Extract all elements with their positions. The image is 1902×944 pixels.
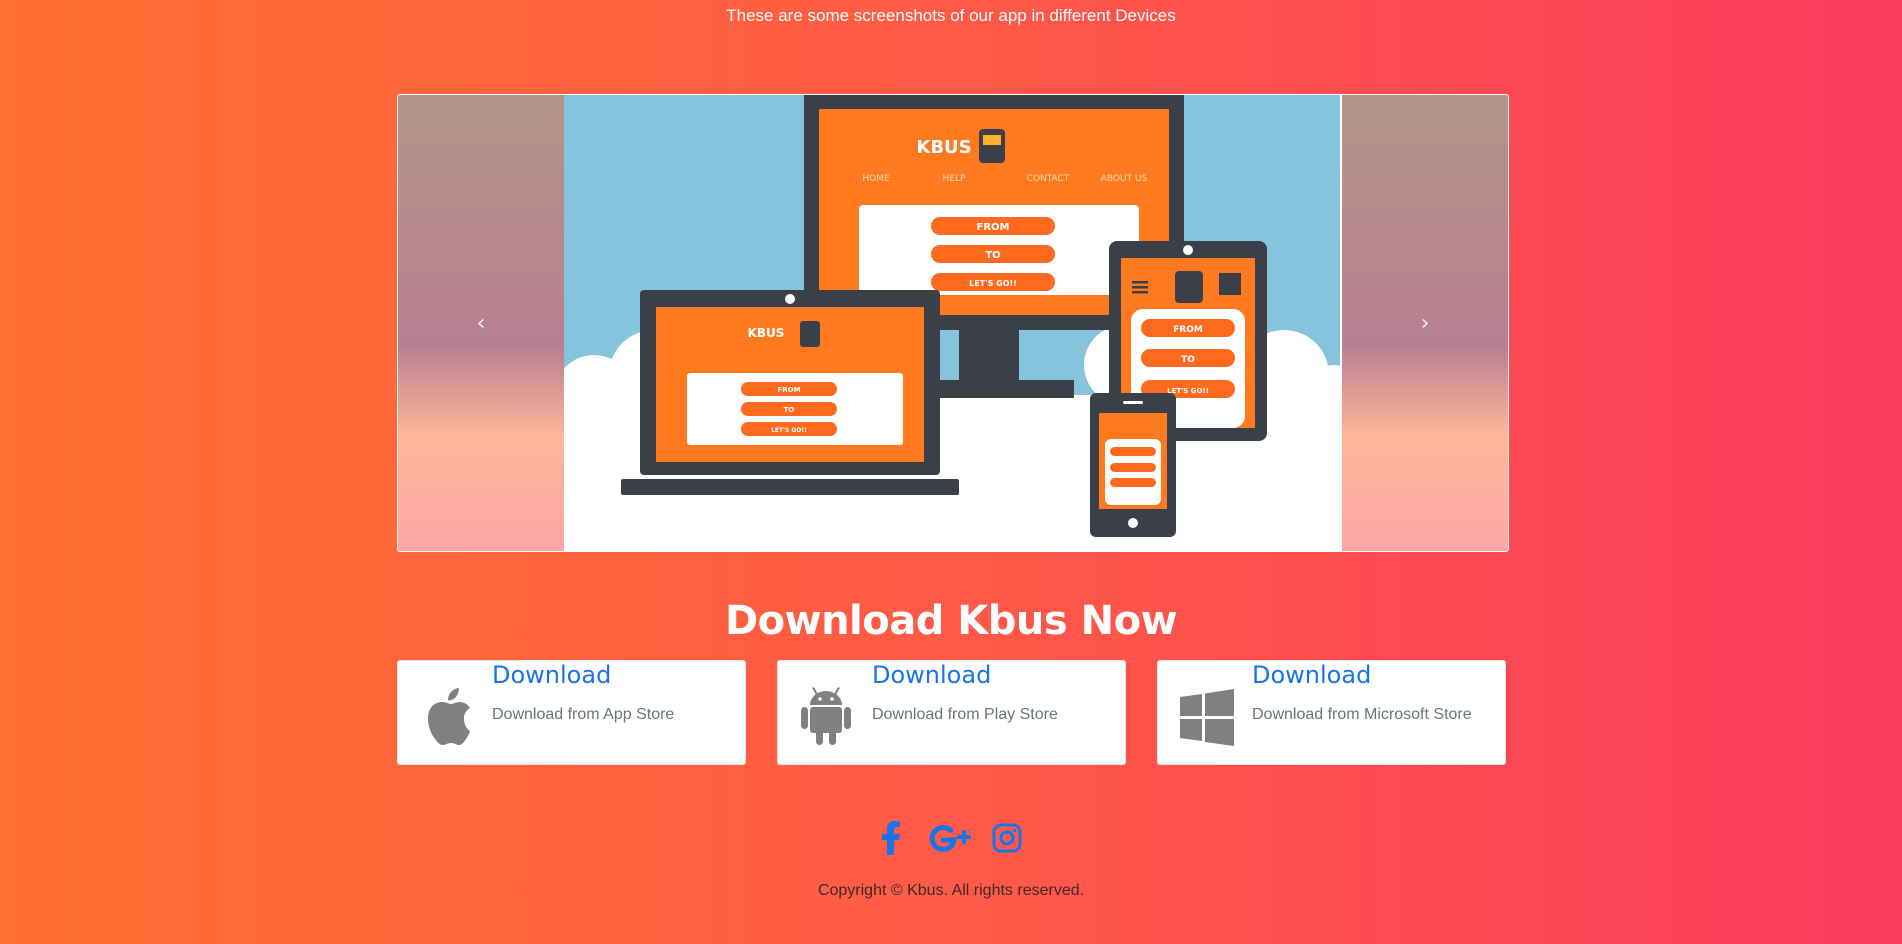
svg-text:LET'S GO!!: LET'S GO!! (1167, 387, 1209, 395)
carousel-prev-button[interactable]: ‹ (398, 95, 564, 551)
screenshot-carousel: KBUS HOME HELP CONTACT ABOUT US FROM TO … (397, 94, 1509, 552)
download-heading: Download Kbus Now (724, 598, 1178, 644)
mockup-brand: KBUS (916, 137, 971, 158)
copyright-text: Copyright © Kbus. All rights reserved. (817, 882, 1085, 899)
store-description: Download from App Store (492, 706, 675, 723)
microsoft-store-download-card[interactable]: Download Download from Microsoft Store (1157, 660, 1506, 765)
svg-text:FROM: FROM (777, 386, 800, 394)
instagram-icon (992, 823, 1022, 853)
download-link[interactable]: Download (872, 661, 991, 689)
svg-text:HELP: HELP (943, 174, 966, 184)
device-mockup-image: KBUS HOME HELP CONTACT ABOUT US FROM TO … (564, 95, 1340, 551)
svg-text:TO: TO (1181, 355, 1195, 365)
download-link[interactable]: Download (492, 661, 611, 689)
android-icon (801, 687, 851, 745)
google-plus-icon (929, 824, 971, 852)
svg-text:LET'S GO!!: LET'S GO!! (969, 279, 1017, 288)
windows-icon (1180, 689, 1234, 746)
app-store-download-card[interactable]: Download Download from App Store (397, 660, 746, 765)
chevron-right-icon: › (1420, 310, 1430, 336)
store-description: Download from Play Store (872, 706, 1058, 723)
svg-text:TO: TO (784, 406, 795, 414)
store-description: Download from Microsoft Store (1252, 706, 1472, 723)
play-store-download-card[interactable]: Download Download from Play Store (777, 660, 1126, 765)
svg-text:CONTACT: CONTACT (1027, 174, 1070, 184)
svg-text:LET'S GO!!: LET'S GO!! (771, 427, 807, 434)
section-subtitle: These are some screenshots of our app in… (726, 6, 1176, 25)
instagram-link[interactable] (992, 820, 1022, 856)
svg-text:ABOUT US: ABOUT US (1101, 174, 1148, 184)
svg-text:FROM: FROM (1173, 325, 1203, 335)
svg-text:TO: TO (985, 250, 1000, 261)
chevron-left-icon: ‹ (476, 310, 486, 336)
svg-text:KBUS: KBUS (748, 326, 785, 340)
google-plus-link[interactable] (925, 820, 971, 856)
svg-text:HOME: HOME (862, 174, 890, 184)
facebook-link[interactable] (879, 820, 903, 856)
svg-text:FROM: FROM (977, 222, 1010, 233)
carousel-next-button[interactable]: › (1342, 95, 1508, 551)
facebook-icon (882, 821, 900, 855)
download-link[interactable]: Download (1252, 661, 1371, 689)
apple-icon (428, 688, 470, 745)
